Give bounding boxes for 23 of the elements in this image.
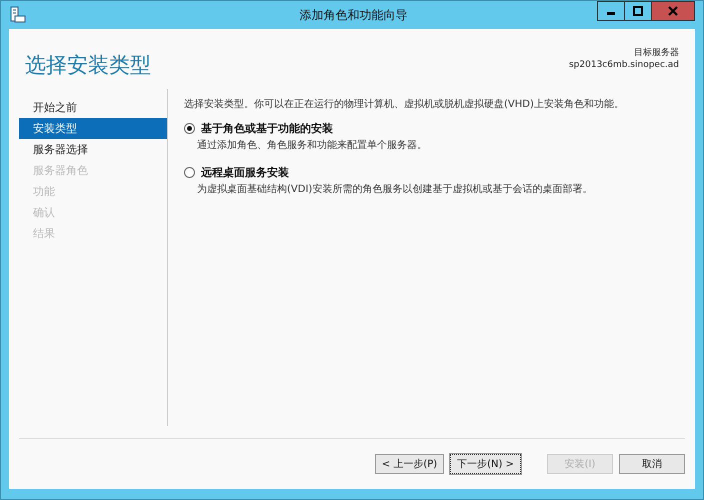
wizard-button[interactable]: < 上一步(P) [374,454,444,474]
close-button[interactable] [651,1,695,21]
sidebar-step[interactable]: 安装类型 [19,118,167,139]
close-icon [668,6,678,16]
sidebar-step[interactable]: 服务器选择 [19,139,167,160]
intro-text: 选择安装类型。你可以在正在运行的物理计算机、虚拟机或脱机虚拟硬盘(VHD)上安装角色和功能。 [184,98,625,111]
page-title: 选择安装类型 [25,52,151,79]
radio-button[interactable] [184,123,195,134]
minimize-button[interactable] [597,1,625,21]
sidebar-step[interactable]: 开始之前 [19,97,167,118]
radio-button[interactable] [184,167,195,178]
maximize-button[interactable] [624,1,652,21]
option-description: 为虚拟桌面基础结构(VDI)安装所需的角色服务以创建基于虚拟机或基于会话的桌面部署。 [196,182,594,196]
target-server-label: 目标服务器 [634,47,679,59]
option-label[interactable]: 远程桌面服务安装 [201,165,289,180]
window-title: 添加角色和功能向导 [298,6,408,24]
option-label[interactable]: 基于角色或基于功能的安装 [201,121,333,136]
server-app-icon [9,6,27,24]
maximize-icon [633,6,643,16]
wizard-button[interactable]: 取消 [619,454,685,474]
option-description: 通过添加角色、角色服务和功能来配置单个服务器。 [196,138,428,152]
wizard-button[interactable]: 下一步(N) > [450,454,521,474]
target-server-name: sp2013c6mb.sinopec.ad [568,59,679,71]
